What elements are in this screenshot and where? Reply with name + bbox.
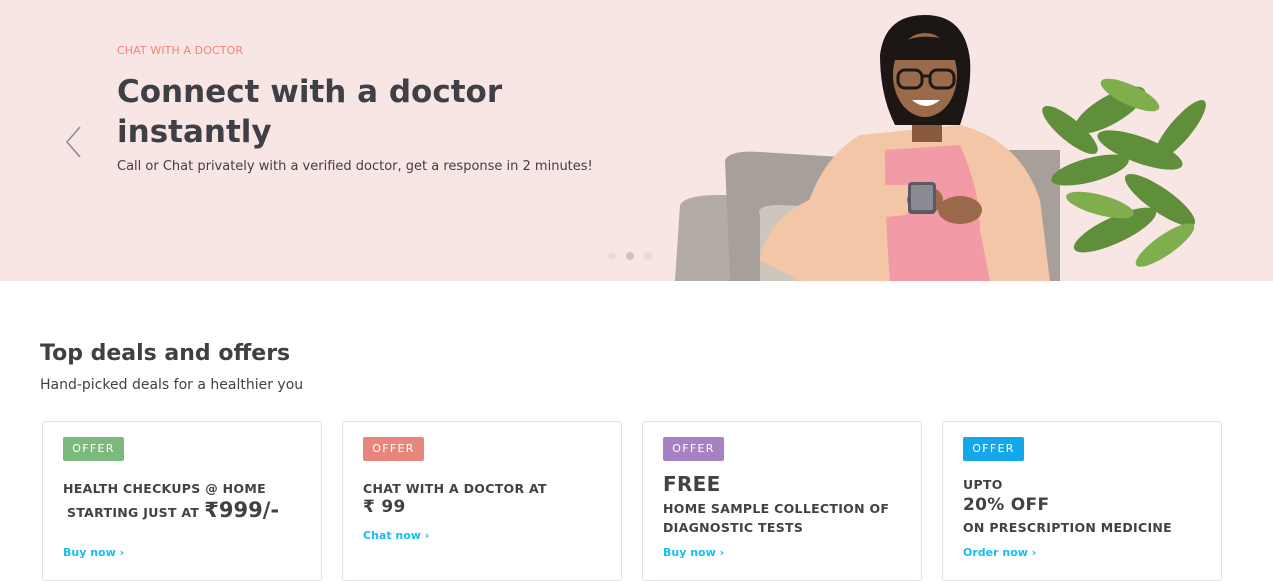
offer-line: ON PRESCRIPTION MEDICINE <box>963 520 1173 535</box>
buy-now-link[interactable]: Buy now › <box>63 546 124 559</box>
offer-line: UPTO <box>963 477 1003 492</box>
deals-subtitle: Hand-picked deals for a healthier you <box>40 377 304 393</box>
offer-price: ₹999/- <box>204 498 280 522</box>
hero-title: Connect with a doctor instantly <box>117 74 503 150</box>
chat-now-link[interactable]: Chat now › <box>363 529 429 542</box>
carousel-dot-3[interactable] <box>644 252 652 260</box>
offer-line: HOME SAMPLE COLLECTION OF <box>663 501 890 516</box>
offer-line: DIAGNOSTIC TESTS <box>663 520 804 535</box>
offer-badge: OFFER <box>963 437 1024 461</box>
hero-eyebrow: CHAT WITH A DOCTOR <box>117 44 244 57</box>
doctor-chat-illustration <box>675 15 1206 281</box>
order-now-link[interactable]: Order now › <box>963 546 1036 559</box>
offer-card-chat-doctor[interactable]: OFFER CHAT WITH A DOCTOR AT ₹ 99 Chat no… <box>342 421 622 581</box>
hero-banner: CHAT WITH A DOCTOR Connect with a doctor… <box>0 0 1273 281</box>
carousel-dot-1[interactable] <box>608 252 616 260</box>
buy-now-link[interactable]: Buy now › <box>663 546 724 559</box>
offer-badge: OFFER <box>363 437 424 461</box>
offer-badge: OFFER <box>63 437 124 461</box>
offer-price: ₹ 99 <box>363 497 406 517</box>
offer-card-health-checkups[interactable]: OFFER HEALTH CHECKUPS @ HOME STARTING JU… <box>42 421 322 581</box>
hero-subtitle: Call or Chat privately with a verified d… <box>117 159 593 174</box>
offer-line: CHAT WITH A DOCTOR AT <box>363 481 547 496</box>
offer-line: HEALTH CHECKUPS @ HOME <box>63 481 266 496</box>
deals-title: Top deals and offers <box>40 341 291 366</box>
chevron-left-icon[interactable] <box>60 122 88 162</box>
offer-badge: OFFER <box>663 437 724 461</box>
carousel-dot-2[interactable] <box>626 252 634 260</box>
carousel-dots <box>608 252 652 260</box>
offer-line: STARTING JUST AT <box>67 505 200 520</box>
offer-price-row: STARTING JUST AT ₹999/- <box>67 498 279 522</box>
offer-card-medicine-discount[interactable]: OFFER UPTO 20% OFF ON PRESCRIPTION MEDIC… <box>942 421 1222 581</box>
offer-headline: FREE <box>663 472 721 496</box>
offer-headline: 20% OFF <box>963 495 1050 515</box>
offer-card-sample-collection[interactable]: OFFER FREE HOME SAMPLE COLLECTION OF DIA… <box>642 421 922 581</box>
